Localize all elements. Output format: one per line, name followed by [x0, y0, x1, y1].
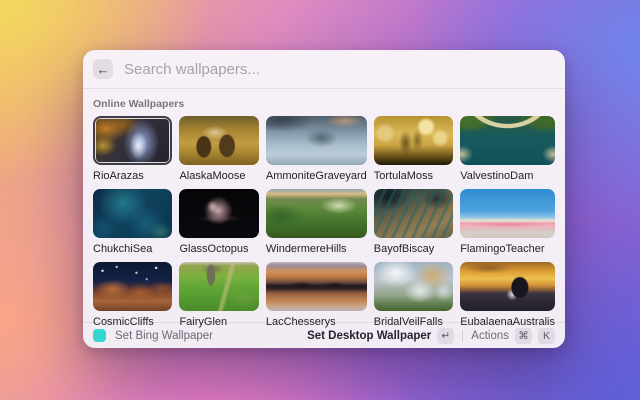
extension-title: Set Bing Wallpaper — [115, 330, 213, 342]
wallpaper-thumbnail[interactable] — [374, 189, 453, 238]
wallpaper-item: AmmoniteGraveyard — [266, 116, 367, 183]
wallpaper-thumbnail[interactable] — [179, 262, 258, 311]
wallpaper-item: BridalVeilFalls — [374, 262, 453, 329]
wallpaper-image — [179, 116, 258, 165]
app-window: ← Online Wallpapers RioArazas AlaskaMoos… — [83, 50, 565, 348]
wallpaper-image — [266, 189, 367, 238]
wallpaper-image — [266, 262, 367, 311]
return-key-icon: ↵ — [437, 328, 454, 344]
wallpaper-image — [460, 189, 555, 238]
wallpaper-thumbnail[interactable] — [266, 262, 367, 311]
footer-divider — [462, 330, 463, 342]
search-input[interactable] — [124, 61, 555, 78]
wallpaper-image — [266, 116, 367, 165]
primary-action-button[interactable]: Set Desktop Wallpaper — [307, 330, 431, 342]
wallpaper-item: LacChesserys — [266, 262, 367, 329]
wallpaper-grid: RioArazas AlaskaMoose AmmoniteGraveyard … — [93, 116, 555, 335]
section-title: Online Wallpapers — [93, 98, 555, 110]
wallpaper-thumbnail[interactable] — [374, 262, 453, 311]
k-key-icon: K — [538, 328, 555, 344]
wallpaper-thumbnail[interactable] — [179, 116, 258, 165]
wallpaper-item: ValvestinoDam — [460, 116, 555, 183]
wallpaper-image — [179, 262, 258, 311]
wallpaper-image — [374, 116, 453, 165]
wallpaper-thumbnail[interactable] — [460, 189, 555, 238]
wallpaper-item: TortulaMoss — [374, 116, 453, 183]
wallpaper-name: BayofBiscay — [374, 243, 453, 256]
desktop-background: ← Online Wallpapers RioArazas AlaskaMoos… — [0, 0, 640, 400]
wallpaper-thumbnail[interactable] — [266, 189, 367, 238]
wallpaper-item: EubalaenaAustralis — [460, 262, 555, 329]
wallpaper-item: ChukchiSea — [93, 189, 172, 256]
wallpaper-thumbnail[interactable] — [374, 116, 453, 165]
wallpaper-name: AlaskaMoose — [179, 170, 258, 183]
wallpaper-thumbnail[interactable] — [93, 116, 172, 165]
search-bar: ← — [83, 50, 565, 89]
wallpaper-item: RioArazas — [93, 116, 172, 183]
wallpaper-name: RioArazas — [93, 170, 172, 183]
wallpaper-name: ValvestinoDam — [460, 170, 555, 183]
wallpaper-image — [179, 189, 258, 238]
wallpaper-list-area: Online Wallpapers RioArazas AlaskaMoose … — [83, 98, 565, 335]
wallpaper-thumbnail[interactable] — [93, 189, 172, 238]
wallpaper-image — [96, 119, 169, 162]
action-bar: Set Bing Wallpaper Set Desktop Wallpaper… — [83, 322, 565, 348]
wallpaper-name: TortulaMoss — [374, 170, 453, 183]
back-arrow-icon: ← — [97, 63, 110, 76]
wallpaper-item: FairyGlen — [179, 262, 258, 329]
command-key-icon: ⌘ — [515, 328, 532, 344]
wallpaper-name: ChukchiSea — [93, 243, 172, 256]
action-bar-right: Set Desktop Wallpaper ↵ Actions ⌘ K — [307, 328, 555, 344]
wallpaper-item: AlaskaMoose — [179, 116, 258, 183]
wallpaper-image — [93, 189, 172, 238]
wallpaper-image — [460, 116, 555, 165]
wallpaper-item: WindermereHills — [266, 189, 367, 256]
wallpaper-thumbnail[interactable] — [266, 116, 367, 165]
wallpaper-image — [374, 262, 453, 311]
wallpaper-thumbnail[interactable] — [460, 116, 555, 165]
wallpaper-image — [93, 262, 172, 311]
wallpaper-thumbnail[interactable] — [93, 262, 172, 311]
actions-menu-button[interactable]: Actions — [471, 330, 509, 342]
wallpaper-thumbnail[interactable] — [179, 189, 258, 238]
wallpaper-item: CosmicCliffs — [93, 262, 172, 329]
back-button[interactable]: ← — [93, 59, 113, 79]
wallpaper-item: GlassOctopus — [179, 189, 258, 256]
extension-icon — [93, 329, 106, 342]
wallpaper-name: FlamingoTeacher — [460, 243, 555, 256]
wallpaper-name: GlassOctopus — [179, 243, 258, 256]
wallpaper-image — [374, 189, 453, 238]
wallpaper-item: FlamingoTeacher — [460, 189, 555, 256]
wallpaper-thumbnail[interactable] — [460, 262, 555, 311]
wallpaper-name: WindermereHills — [266, 243, 367, 256]
wallpaper-image — [460, 262, 555, 311]
wallpaper-item: BayofBiscay — [374, 189, 453, 256]
wallpaper-name: AmmoniteGraveyard — [266, 170, 367, 183]
